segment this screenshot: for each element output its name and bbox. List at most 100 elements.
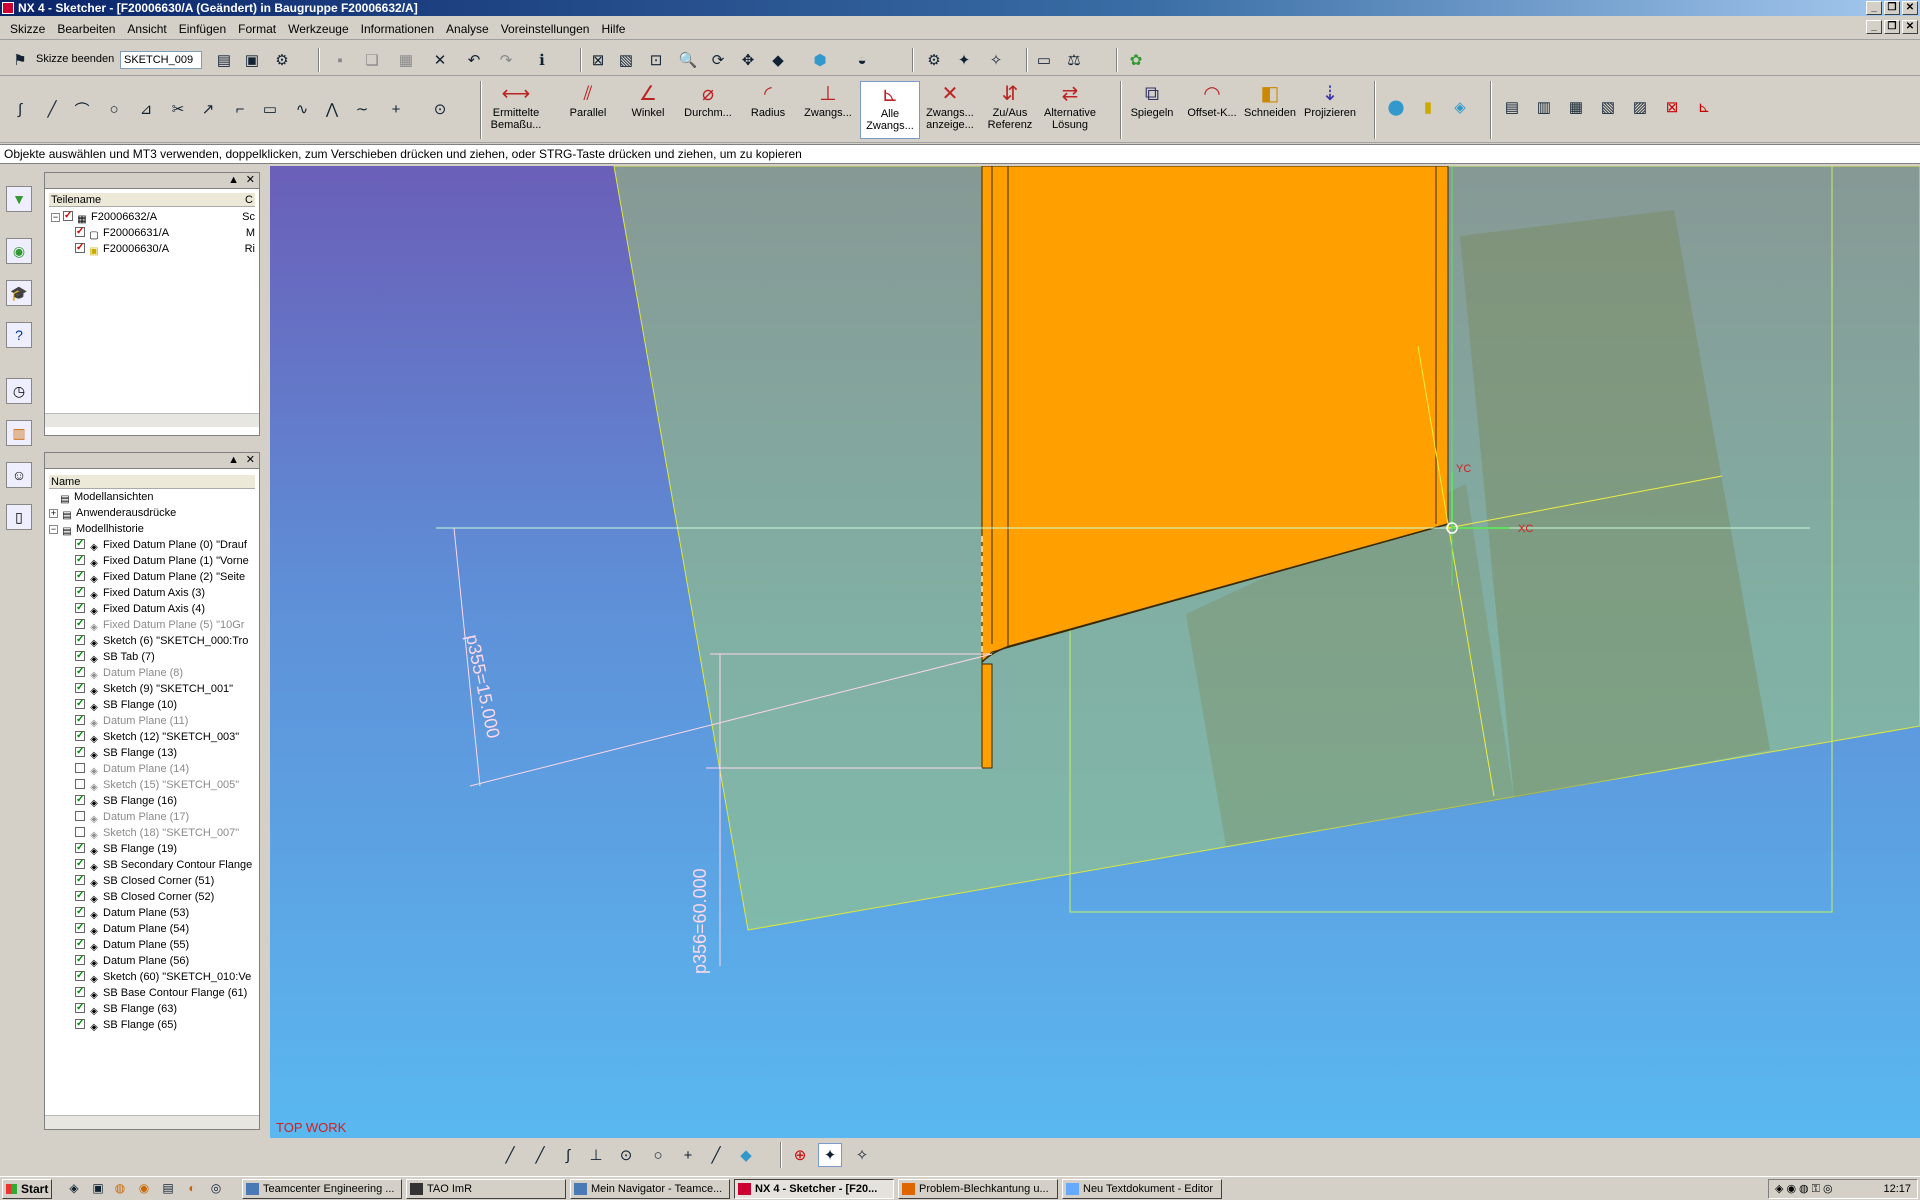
checkbox[interactable] <box>63 209 73 224</box>
minimize-icon[interactable]: _ <box>1866 1 1882 15</box>
feature-row[interactable]: ◈ Fixed Datum Plane (2) "Seite <box>75 569 257 585</box>
drawing-icon-1[interactable]: ▤ <box>1500 95 1524 119</box>
quicklaunch-icon[interactable]: ▣ <box>88 1177 108 1199</box>
assembly-row[interactable]: ▢ F20006631/A M <box>75 225 257 241</box>
menu-bearbeiten[interactable]: Bearbeiten <box>51 22 121 36</box>
feature-row[interactable]: ◈ Datum Plane (11) <box>75 713 257 729</box>
feature-row[interactable]: ◈ Sketch (9) "SKETCH_001" <box>75 681 257 697</box>
assembly-icon[interactable]: ✿ <box>1124 48 1148 72</box>
alternate-solution-button[interactable]: ⇄ Alternative Lösung <box>1040 81 1100 139</box>
tray-icons[interactable]: ◈◉◍⚿◎ <box>1775 1180 1836 1198</box>
trim-button[interactable]: ◧ Schneiden <box>1240 81 1300 139</box>
close-icon[interactable]: ✕ <box>1902 1 1918 15</box>
palette-tab-icon[interactable]: ▥ <box>6 420 32 446</box>
undo-icon[interactable]: ↶ <box>462 48 486 72</box>
training-tab-icon[interactable]: 🎓 <box>6 280 32 306</box>
reattach-icon[interactable]: ▣ <box>240 48 264 72</box>
arc-icon[interactable]: ⌒ <box>70 97 94 121</box>
parallel-button[interactable]: ⫽ Parallel <box>558 81 618 139</box>
snap-toggle-icon[interactable]: ✦ <box>818 1143 842 1167</box>
task-tao[interactable]: TAO ImR <box>406 1179 566 1199</box>
menu-voreinstellungen[interactable]: Voreinstellungen <box>495 22 596 36</box>
feature-checkbox[interactable] <box>75 857 85 872</box>
quicklaunch-icon[interactable]: ◉ <box>134 1177 154 1199</box>
feature-checkbox[interactable] <box>75 745 85 760</box>
feature-row[interactable]: ◈ SB Flange (63) <box>75 1001 257 1017</box>
feature-row[interactable]: ◈ Datum Plane (54) <box>75 921 257 937</box>
feature-row[interactable]: ◈ Datum Plane (8) <box>75 665 257 681</box>
render-style-icon[interactable]: ⬢ <box>808 48 832 72</box>
pan-icon[interactable]: ✥ <box>736 48 760 72</box>
diameter-button[interactable]: ⌀ Durchm... <box>678 81 738 139</box>
feature-row[interactable]: ◈ Sketch (6) "SKETCH_000:Tro <box>75 633 257 649</box>
feature-checkbox[interactable] <box>75 729 85 744</box>
mirror-button[interactable]: ⧉ Spiegeln <box>1122 81 1182 139</box>
restore-icon[interactable]: ❐ <box>1884 1 1900 15</box>
feature-row[interactable]: ◈ Sketch (60) "SKETCH_010:Ve <box>75 969 257 985</box>
offset-curve-button[interactable]: ◠ Offset-K... <box>1182 81 1242 139</box>
point-circle-icon[interactable]: ⊙ <box>614 1143 638 1167</box>
feature-row[interactable]: ◈ SB Base Contour Flange (61) <box>75 985 257 1001</box>
feature-row[interactable]: ◈ SB Flange (16) <box>75 793 257 809</box>
ellipse-icon[interactable]: ⊙ <box>428 97 452 121</box>
polyline-icon[interactable]: ⋀ <box>320 97 344 121</box>
part-column-header[interactable]: Name <box>49 475 255 489</box>
snap-settings-icon[interactable]: ✧ <box>984 48 1008 72</box>
assembly-column-header[interactable]: Teilename C <box>49 193 255 207</box>
feature-row[interactable]: ◈ SB Secondary Contour Flange <box>75 857 257 873</box>
measure-icon[interactable]: ▭ <box>1032 48 1056 72</box>
feature-checkbox[interactable] <box>75 537 85 552</box>
feature-row[interactable]: ◈ Datum Plane (17) <box>75 809 257 825</box>
line-icon[interactable]: ╱ <box>528 1143 552 1167</box>
feature-checkbox[interactable] <box>75 873 85 888</box>
doc-close-icon[interactable]: ✕ <box>1902 20 1918 34</box>
dimension-p356[interactable]: p356=60.000 <box>690 868 710 974</box>
feature-row[interactable]: ◈ SB Flange (13) <box>75 745 257 761</box>
show-all-constraints-button[interactable]: ⊾ Alle Zwangs... <box>860 81 920 139</box>
collapse-icon[interactable]: ▲ <box>228 173 239 188</box>
constraints-button[interactable]: ⊥ Zwangs... <box>798 81 858 139</box>
graphics-window[interactable]: p355=15.000 p356=60.000 XC YC TOP WORK <box>270 165 1920 1138</box>
history-tab-icon[interactable]: ◷ <box>6 378 32 404</box>
spline-icon[interactable]: ∫ <box>556 1143 580 1167</box>
feature-row[interactable]: ◈ Fixed Datum Axis (4) <box>75 601 257 617</box>
web-tab-icon[interactable]: ▯ <box>6 504 32 530</box>
group-row[interactable]: + ▤ Anwenderausdrücke <box>49 505 255 521</box>
feature-checkbox[interactable] <box>75 793 85 808</box>
feature-row[interactable]: ◈ SB Closed Corner (51) <box>75 873 257 889</box>
feature-row[interactable]: ◈ SB Flange (19) <box>75 841 257 857</box>
rotate-icon[interactable]: ⟳ <box>706 48 730 72</box>
feature-checkbox[interactable] <box>75 681 85 696</box>
feature-checkbox[interactable] <box>75 553 85 568</box>
start-button[interactable]: Start <box>2 1179 52 1199</box>
menu-analyse[interactable]: Analyse <box>440 22 495 36</box>
finish-sketch-label[interactable]: Skizze beenden <box>36 53 114 65</box>
fit-view-icon[interactable]: ⊠ <box>586 48 610 72</box>
feature-checkbox[interactable] <box>75 601 85 616</box>
assembly-row[interactable]: − ▦ F20006632/A Sc <box>51 209 257 225</box>
delete-icon[interactable]: ✕ <box>428 48 452 72</box>
menu-skizze[interactable]: Skizze <box>4 22 51 36</box>
feature-icon-1[interactable]: ⬤ <box>1384 95 1408 119</box>
horizontal-scrollbar[interactable] <box>45 1115 259 1129</box>
studio-spline-icon[interactable]: ∿ <box>290 97 314 121</box>
feature-checkbox[interactable] <box>75 713 85 728</box>
feature-row[interactable]: ◈ SB Closed Corner (52) <box>75 889 257 905</box>
quick-extend-icon[interactable]: ↗ <box>196 97 220 121</box>
quicklaunch-icon[interactable]: ▤ <box>158 1177 178 1199</box>
paste-icon[interactable]: ▦ <box>394 48 418 72</box>
assembly-row[interactable]: ▣ F20006630/A Ri <box>75 241 257 257</box>
point-icon[interactable]: + <box>676 1143 700 1167</box>
analysis-icon[interactable]: ⚖ <box>1062 48 1086 72</box>
drawing-icon-7[interactable]: ⊾ <box>1692 95 1716 119</box>
menu-hilfe[interactable]: Hilfe <box>595 22 631 36</box>
feature-row[interactable]: ◈ Sketch (18) "SKETCH_007" <box>75 825 257 841</box>
radius-button[interactable]: ◜ Radius <box>738 81 798 139</box>
menu-einfuegen[interactable]: Einfügen <box>173 22 232 36</box>
quicklaunch-icon[interactable]: ◍ <box>110 1177 130 1199</box>
group-row[interactable]: − ▤ Modellhistorie <box>49 521 255 537</box>
save-icon[interactable]: ▪ <box>328 48 352 72</box>
feature-checkbox[interactable] <box>75 665 85 680</box>
drawing-icon-6[interactable]: ⊠ <box>1660 95 1684 119</box>
feature-row[interactable]: ◈ Sketch (15) "SKETCH_005" <box>75 777 257 793</box>
